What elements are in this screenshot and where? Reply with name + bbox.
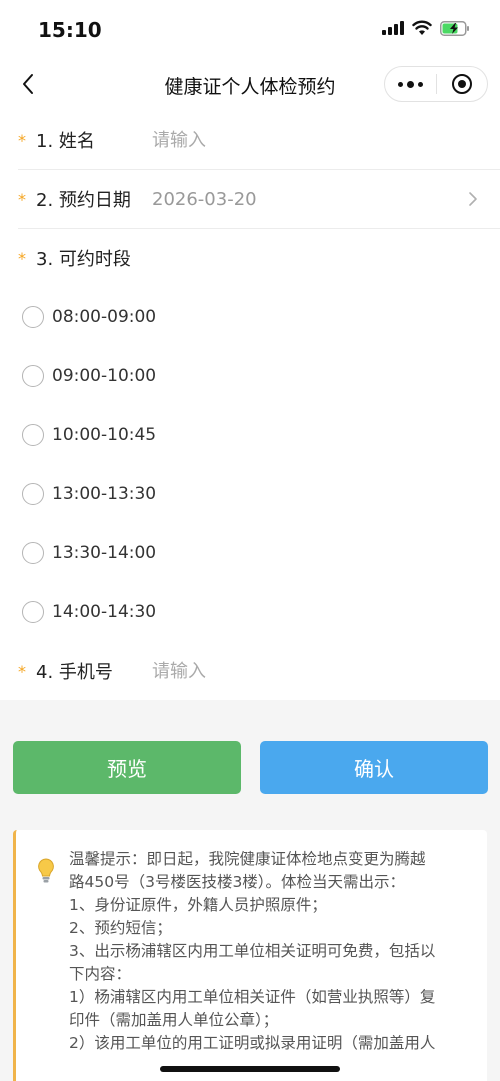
notice-line: 2、预约短信； bbox=[69, 919, 172, 937]
required-star: * bbox=[18, 248, 26, 268]
time-slot-option[interactable]: 09:00-10:00 bbox=[0, 356, 500, 396]
notice-line: 1、身份证原件，外籍人员护照原件； bbox=[69, 896, 327, 914]
time-slot-label: 08:00-09:00 bbox=[52, 307, 157, 327]
time-slot-option[interactable]: 13:30-14:00 bbox=[0, 533, 500, 573]
notice-line: 路450号（3号楼医技楼3楼）。体检当天需出示： bbox=[69, 873, 406, 891]
slots-row: * 3. 可约时段 bbox=[0, 240, 500, 276]
divider bbox=[18, 228, 500, 229]
notice-text: 温馨提示：即日起，我院健康证体检地点变更为腾越 路450号（3号楼医技楼3楼）。… bbox=[69, 848, 479, 1055]
time-slot-option[interactable]: 14:00-14:30 bbox=[0, 592, 500, 632]
more-button[interactable] bbox=[385, 67, 436, 101]
target-close-icon bbox=[451, 74, 472, 94]
radio-button[interactable] bbox=[22, 306, 44, 328]
notice-card: 温馨提示：即日起，我院健康证体检地点变更为腾越 路450号（3号楼医技楼3楼）。… bbox=[13, 830, 487, 1081]
date-label: 2. 预约日期 bbox=[36, 190, 131, 211]
status-bar: 15:10 bbox=[0, 0, 500, 58]
radio-button[interactable] bbox=[22, 542, 44, 564]
slots-label: 3. 可约时段 bbox=[36, 249, 131, 270]
time-slot-label: 14:00-14:30 bbox=[52, 602, 157, 622]
notice-line: 1）杨浦辖区内用工单位相关证件（如营业执照等）复 bbox=[69, 988, 436, 1006]
time-slot-label: 13:00-13:30 bbox=[52, 484, 157, 504]
time-slot-option[interactable]: 08:00-09:00 bbox=[0, 297, 500, 337]
radio-button[interactable] bbox=[22, 601, 44, 623]
home-indicator bbox=[160, 1066, 340, 1072]
required-star: * bbox=[18, 189, 26, 209]
status-icons bbox=[382, 20, 470, 36]
phone-label: 4. 手机号 bbox=[36, 662, 113, 683]
signal-icon bbox=[382, 21, 404, 35]
notice-line: 3、出示杨浦辖区内用工单位相关证明可免费，包括以 bbox=[69, 942, 436, 960]
time-slot-label: 13:30-14:00 bbox=[52, 543, 157, 563]
phone-row: * 4. 手机号 bbox=[0, 653, 500, 689]
time-slot-option[interactable]: 10:00-10:45 bbox=[0, 415, 500, 455]
wifi-icon bbox=[412, 20, 432, 35]
required-star: * bbox=[18, 130, 26, 150]
appointment-form: * 1. 姓名 * 2. 预约日期 2026-03-20 * 3. 可约时段 0… bbox=[0, 110, 500, 700]
time-slot-label: 09:00-10:00 bbox=[52, 366, 157, 386]
name-label: 1. 姓名 bbox=[36, 131, 95, 152]
notice-line: 下内容： bbox=[69, 965, 132, 983]
phone-input[interactable] bbox=[152, 660, 452, 682]
name-input[interactable] bbox=[152, 129, 452, 151]
mini-program-capsule bbox=[384, 66, 488, 102]
close-miniprogram-button[interactable] bbox=[437, 67, 487, 101]
radio-button[interactable] bbox=[22, 424, 44, 446]
notice-line: 温馨提示：即日起，我院健康证体检地点变更为腾越 bbox=[69, 850, 426, 868]
radio-button[interactable] bbox=[22, 365, 44, 387]
radio-button[interactable] bbox=[22, 483, 44, 505]
name-row: * 1. 姓名 bbox=[0, 122, 500, 158]
lightbulb-icon bbox=[38, 858, 54, 883]
notice-line: 2）该用工单位的用工证明或拟录用证明（需加盖用人 bbox=[69, 1034, 436, 1052]
required-star: * bbox=[18, 661, 26, 681]
date-row[interactable]: * 2. 预约日期 2026-03-20 bbox=[0, 170, 500, 228]
date-value: 2026-03-20 bbox=[152, 188, 257, 210]
status-time: 15:10 bbox=[38, 18, 102, 42]
nav-bar: 健康证个人体检预约 bbox=[0, 58, 500, 110]
preview-button[interactable]: 预览 bbox=[13, 741, 241, 794]
notice-line: 印件（需加盖用人单位公章）； bbox=[69, 1011, 279, 1029]
chevron-right-icon bbox=[469, 192, 477, 206]
time-slot-label: 10:00-10:45 bbox=[52, 425, 157, 445]
battery-charging-icon bbox=[440, 20, 469, 36]
time-slot-option[interactable]: 13:00-13:30 bbox=[0, 474, 500, 514]
confirm-button[interactable]: 确认 bbox=[260, 741, 488, 794]
